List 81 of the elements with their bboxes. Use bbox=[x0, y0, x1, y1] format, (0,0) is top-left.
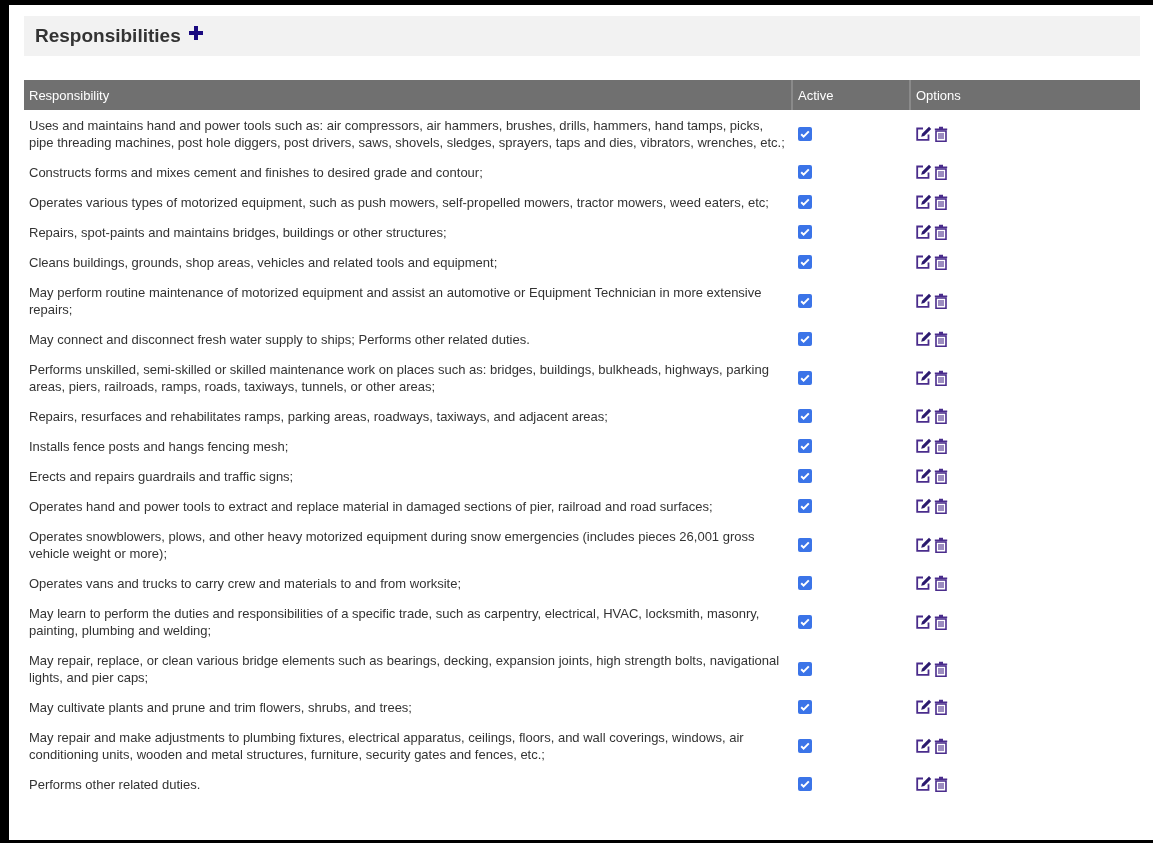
trash-icon[interactable] bbox=[934, 737, 948, 754]
trash-icon[interactable] bbox=[934, 254, 948, 270]
active-checkbox[interactable] bbox=[798, 439, 812, 453]
active-checkbox[interactable] bbox=[798, 469, 812, 483]
responsibility-cell-text: Repairs, spot-paints and maintains bridges, buildings or other structures; bbox=[28, 223, 448, 242]
edit-icon[interactable] bbox=[915, 776, 932, 792]
responsibility-cell-text: Performs unskilled, semi-skilled or skilled maintenance work on places such as: bridges, buildings, bulkheads, highways, parking areas, piers, railroads, ramps, roads, taxiways, tunnels, or other areas; bbox=[28, 360, 770, 396]
responsibility-cell-text: May repair and make adjustments to plumbing fixtures, electrical apparatus, ceilings, floors, and wall coverings, windows, air conditioning units, wooden and metal structures, furniture, security gates and fences, etc.; bbox=[28, 728, 745, 764]
column-header: Responsibility bbox=[24, 80, 792, 110]
responsibility-cell-text: Operates hand and power tools to extract and replace material in damaged sections of pier, railroad and road surfaces; bbox=[28, 497, 714, 516]
edit-icon[interactable] bbox=[915, 254, 932, 270]
active-checkbox[interactable] bbox=[798, 225, 812, 239]
edit-icon[interactable] bbox=[915, 164, 932, 180]
edit-icon[interactable] bbox=[915, 498, 932, 514]
active-checkbox[interactable] bbox=[798, 332, 812, 346]
responsibility-cell-text: Erects and repairs guardrails and traffic signs; bbox=[28, 467, 295, 486]
trash-icon[interactable] bbox=[934, 438, 948, 454]
edit-icon[interactable] bbox=[915, 737, 932, 754]
edit-icon[interactable] bbox=[915, 613, 932, 630]
active-checkbox[interactable] bbox=[798, 661, 812, 676]
edit-icon[interactable] bbox=[915, 536, 932, 553]
responsibility-cell-text: Performs other related duties. bbox=[28, 775, 202, 794]
edit-icon[interactable] bbox=[915, 194, 932, 210]
edit-icon[interactable] bbox=[915, 331, 932, 347]
responsibility-cell-text: Operates various types of motorized equipment, such as push mowers, self-propelled mowers, tractor mowers, weed eaters, etc; bbox=[28, 193, 770, 212]
edit-icon[interactable] bbox=[915, 292, 932, 309]
trash-icon[interactable] bbox=[934, 468, 948, 484]
responsibility-cell-text: May cultivate plants and prune and trim flowers, shrubs, and trees; bbox=[28, 698, 413, 717]
active-checkbox[interactable] bbox=[798, 370, 812, 385]
trash-icon[interactable] bbox=[934, 224, 948, 240]
trash-icon[interactable] bbox=[934, 369, 948, 386]
active-checkbox[interactable] bbox=[798, 195, 812, 209]
active-checkbox[interactable] bbox=[798, 409, 812, 423]
responsibility-cell-text: May learn to perform the duties and responsibilities of a specific trade, such as carpentry, electrical, HVAC, locksmith, masonry, painting, plumbing and welding; bbox=[28, 604, 761, 640]
responsibility-cell-text: May repair, replace, or clean various bridge elements such as bearings, decking, expansion joints, high strength bolts, navigational lights, and pier caps; bbox=[28, 651, 781, 687]
active-checkbox[interactable] bbox=[798, 126, 812, 141]
trash-icon[interactable] bbox=[934, 613, 948, 630]
responsibility-cell-text: Cleans buildings, grounds, shop areas, vehicles and related tools and equipment; bbox=[28, 253, 499, 272]
trash-icon[interactable] bbox=[934, 164, 948, 180]
edit-icon[interactable] bbox=[915, 699, 932, 715]
section-title: Responsibilities bbox=[35, 25, 181, 47]
responsibility-cell-text: Operates snowblowers, plows, and other heavy motorized equipment during snow emergencies (includes pieces 26,001 gross vehicle weight or more); bbox=[28, 527, 756, 563]
trash-icon[interactable] bbox=[934, 194, 948, 210]
edit-icon[interactable] bbox=[915, 660, 932, 677]
active-checkbox[interactable] bbox=[798, 165, 812, 179]
active-checkbox[interactable] bbox=[798, 499, 812, 513]
edit-icon[interactable] bbox=[915, 575, 932, 591]
add-icon[interactable] bbox=[188, 26, 203, 40]
active-checkbox[interactable] bbox=[798, 293, 812, 308]
trash-icon[interactable] bbox=[934, 125, 948, 142]
responsibility-cell: Uses and maintains hand and power tools such as: air compressors, air hammers, brushes, drills, hammers, hand tamps, picks, pipe threading machines, post hole diggers, post drivers, saws, shovels, sledges, sprayers, taps and dies, vibrators, wrenches, etc.; bbox=[24, 110, 792, 157]
responsibility-cell-text: Operates vans and trucks to carry crew and materials to and from worksite; bbox=[28, 574, 463, 593]
active-checkbox[interactable] bbox=[798, 537, 812, 552]
active-checkbox[interactable] bbox=[798, 700, 812, 714]
responsibility-cell-text: May perform routine maintenance of motorized equipment and assist an automotive or Equipment Technician in more extensive repairs; bbox=[28, 283, 763, 319]
edit-icon[interactable] bbox=[915, 438, 932, 454]
active-checkbox[interactable] bbox=[798, 614, 812, 629]
active-checkbox[interactable] bbox=[798, 576, 812, 590]
trash-icon[interactable] bbox=[934, 331, 948, 347]
trash-icon[interactable] bbox=[934, 498, 948, 514]
edit-icon[interactable] bbox=[915, 468, 932, 484]
trash-icon[interactable] bbox=[934, 699, 948, 715]
column-header: Options bbox=[910, 80, 1140, 110]
trash-icon[interactable] bbox=[934, 660, 948, 677]
edit-icon[interactable] bbox=[915, 224, 932, 240]
column-header: Active bbox=[792, 80, 910, 110]
edit-icon[interactable] bbox=[915, 408, 932, 424]
responsibility-cell-text: Constructs forms and mixes cement and finishes to desired grade and contour; bbox=[28, 163, 484, 182]
trash-icon[interactable] bbox=[934, 292, 948, 309]
edit-icon[interactable] bbox=[915, 125, 932, 142]
responsibility-cell-text: Repairs, resurfaces and rehabilitates ramps, parking areas, roadways, taxiways, and adjacent areas; bbox=[28, 407, 609, 426]
responsibility-cell-text: Installs fence posts and hangs fencing mesh; bbox=[28, 437, 290, 456]
trash-icon[interactable] bbox=[934, 408, 948, 424]
trash-icon[interactable] bbox=[934, 536, 948, 553]
active-checkbox[interactable] bbox=[798, 777, 812, 791]
active-checkbox[interactable] bbox=[798, 738, 812, 753]
active-checkbox[interactable] bbox=[798, 255, 812, 269]
edit-icon[interactable] bbox=[915, 369, 932, 386]
trash-icon[interactable] bbox=[934, 776, 948, 792]
trash-icon[interactable] bbox=[934, 575, 948, 591]
responsibility-cell-text: May connect and disconnect fresh water supply to ships; Performs other related duties. bbox=[28, 330, 531, 349]
